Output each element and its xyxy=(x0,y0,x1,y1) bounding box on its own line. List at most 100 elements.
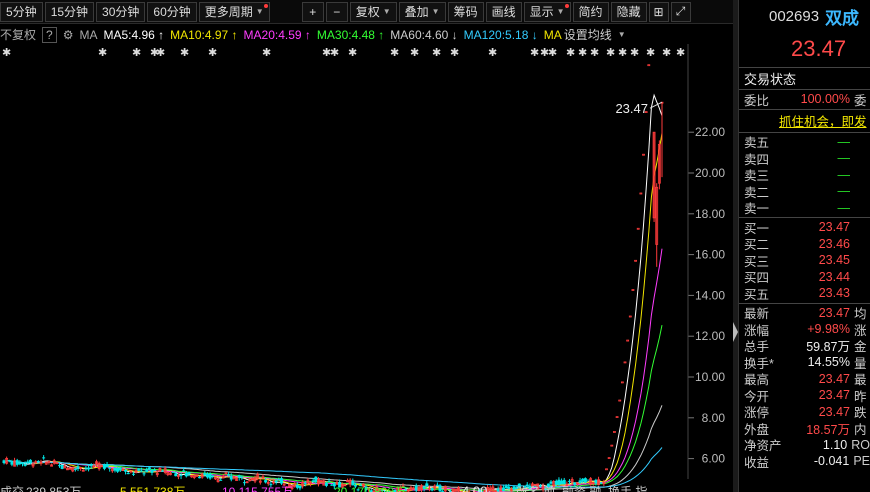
event-markers[interactable]: ✱ ✱ ✱ ✱✱ ✱ ✱ ✱ ✱✱ ✱ ✱ ✱ ✱ ✱ ✱ ✱ ✱✱ ✱ ✱ ✱ ✱ ✱ ✱ ✱ ✱ ✱ xyxy=(2,46,685,59)
asks-label: 卖一 xyxy=(744,202,770,217)
period-5min-button[interactable]: 5分钟 xyxy=(0,1,43,22)
candle-body xyxy=(198,476,202,479)
ma120-value: MA120:5.18 ↓ xyxy=(463,27,538,42)
candle-body xyxy=(60,464,64,469)
event-marker-icon[interactable]: ✱ xyxy=(548,46,557,59)
adjust-button[interactable]: 复权 ▼ xyxy=(349,1,397,22)
event-marker-icon[interactable]: ✱ xyxy=(618,46,627,59)
bids-row[interactable]: 买一 23.47 xyxy=(739,219,870,236)
stats-row[interactable]: 外盘 18.57万内 xyxy=(739,420,870,437)
event-marker-icon[interactable]: ✱ xyxy=(330,46,339,59)
event-marker-icon[interactable]: ✱ xyxy=(530,46,539,59)
caret-down-icon[interactable]: ▼ xyxy=(618,30,626,39)
asks-row[interactable]: 卖二 — xyxy=(739,183,870,200)
event-marker-icon[interactable]: ✱ xyxy=(488,46,497,59)
news-link[interactable]: 抓住机会，即发 xyxy=(779,111,867,130)
candle-body xyxy=(150,470,154,473)
event-marker-icon[interactable]: ✱ xyxy=(132,46,141,59)
ma-more-value: MA xyxy=(543,27,562,42)
simple-mode-button[interactable]: 简约 xyxy=(572,1,609,22)
event-marker-icon[interactable]: ✱ xyxy=(662,46,671,59)
more-periods-button[interactable]: 更多周期 ▼ xyxy=(198,1,270,22)
candle-body xyxy=(501,487,505,491)
event-marker-icon[interactable]: ✱ xyxy=(646,46,655,59)
bids-row[interactable]: 买四 23.44 xyxy=(739,269,870,286)
asks-row[interactable]: 卖五 — xyxy=(739,134,870,151)
event-marker-icon[interactable]: ✱ xyxy=(566,46,575,59)
candle-body xyxy=(330,484,334,486)
event-marker-icon[interactable]: ✱ xyxy=(630,46,639,59)
candle-body xyxy=(628,315,632,318)
overlay-button[interactable]: 叠加 ▼ xyxy=(398,1,446,22)
bids-row[interactable]: 买五 23.43 xyxy=(739,285,870,302)
event-marker-icon[interactable]: ✱ xyxy=(450,46,459,59)
stats-row[interactable]: 换手* 14.55% 量 xyxy=(739,354,870,371)
zoom-out-button[interactable]: − xyxy=(325,1,348,22)
event-marker-icon[interactable]: ✱ xyxy=(2,46,11,59)
asks-row[interactable]: 卖三 — xyxy=(739,167,870,184)
stats-row[interactable]: 今开 23.47 昨 xyxy=(739,387,870,404)
y-tick-label: 6.00 xyxy=(702,452,726,466)
event-marker-icon[interactable]: ✱ xyxy=(676,46,685,59)
event-marker-icon[interactable]: ✱ xyxy=(390,46,399,59)
bids-row[interactable]: 买三 23.45 xyxy=(739,252,870,269)
candle-body xyxy=(607,457,611,459)
adjust-mode-label[interactable]: 不复权 xyxy=(0,26,36,43)
candle-body xyxy=(108,467,112,469)
candle-body xyxy=(599,482,603,484)
candle-body xyxy=(102,464,106,469)
candle-body xyxy=(560,480,564,485)
period-15min-button[interactable]: 15分钟 xyxy=(44,1,95,22)
candle-body xyxy=(586,479,590,481)
pin-icon[interactable]: ⊞ xyxy=(648,1,669,22)
stats-row[interactable]: 总手 59.87万金 xyxy=(739,338,870,354)
kline-chart[interactable]: ✱ ✱ ✱ ✱✱ ✱ ✱ ✱ ✱✱ ✱ ✱ ✱ ✱ ✱ ✱ ✱ ✱✱ ✱ ✱ ✱ ✱ ✱ ✱ ✱ ✱ ✱ 22.00 20.00 1… xyxy=(0,44,733,492)
ma30-value: MA30:4.48 ↑ xyxy=(316,27,385,42)
stats-row[interactable]: 涨幅 +9.98% 涨 xyxy=(739,321,870,338)
stats-row[interactable]: 净资产 1.10 RO xyxy=(739,437,870,454)
candle-body xyxy=(137,468,141,471)
period-60min-button[interactable]: 60分钟 xyxy=(147,1,197,22)
event-marker-icon[interactable]: ✱ xyxy=(606,46,615,59)
stats-row[interactable]: 最高 23.47 最 xyxy=(739,371,870,388)
asks-value: — xyxy=(837,200,851,215)
period-30min-button[interactable]: 30分钟 xyxy=(96,1,146,22)
event-marker-icon[interactable]: ✱ xyxy=(208,46,217,59)
asks-row[interactable]: 卖一 — xyxy=(739,200,870,217)
gear-icon[interactable]: ⚙ xyxy=(63,28,74,42)
help-icon[interactable]: ? xyxy=(42,26,57,43)
stats-extra: 内 xyxy=(854,422,867,437)
event-marker-icon[interactable]: ✱ xyxy=(348,46,357,59)
event-marker-icon[interactable]: ✱ xyxy=(590,46,599,59)
draw-line-button[interactable]: 画线 xyxy=(485,1,522,22)
stats-row[interactable]: 涨停 23.47 跌 xyxy=(739,404,870,421)
event-marker-icon[interactable]: ✱ xyxy=(410,46,419,59)
stock-code: 002693 xyxy=(769,7,820,25)
event-marker-icon[interactable]: ✱ xyxy=(180,46,189,59)
event-marker-icon[interactable]: ✱ xyxy=(98,46,107,59)
candle-body xyxy=(422,486,426,489)
display-button[interactable]: 显示 ▼ xyxy=(523,1,571,22)
event-marker-icon[interactable]: ✱ xyxy=(578,46,587,59)
ma-settings-button[interactable]: 设置均线 xyxy=(564,26,612,43)
candle-body xyxy=(139,470,143,472)
price-labels: 23.47 4.00 xyxy=(462,101,663,492)
stats-row[interactable]: 收益 -0.041 PE xyxy=(739,453,870,470)
stock-name[interactable]: 双成 xyxy=(825,4,859,29)
candle-body xyxy=(277,479,281,481)
chips-button[interactable]: 筹码 xyxy=(447,1,484,22)
asks-row[interactable]: 卖四 — xyxy=(739,150,870,167)
candle-body xyxy=(219,479,223,481)
volume-row-text: 239,853万 xyxy=(26,485,81,492)
stats-row[interactable]: 最新 23.47 均 xyxy=(739,305,870,322)
candle-body xyxy=(298,485,302,489)
candle-body xyxy=(89,464,93,466)
candle-body xyxy=(430,488,434,491)
event-marker-icon[interactable]: ✱ xyxy=(432,46,441,59)
bids-row[interactable]: 买二 23.46 xyxy=(739,236,870,253)
zoom-in-button[interactable]: + xyxy=(301,1,324,22)
event-marker-icon[interactable]: ✱ xyxy=(262,46,271,59)
event-marker-icon[interactable]: ✱ xyxy=(156,46,165,59)
hide-button[interactable]: 隐藏 xyxy=(610,1,647,22)
expand-icon[interactable]: ⤢ xyxy=(670,1,691,22)
